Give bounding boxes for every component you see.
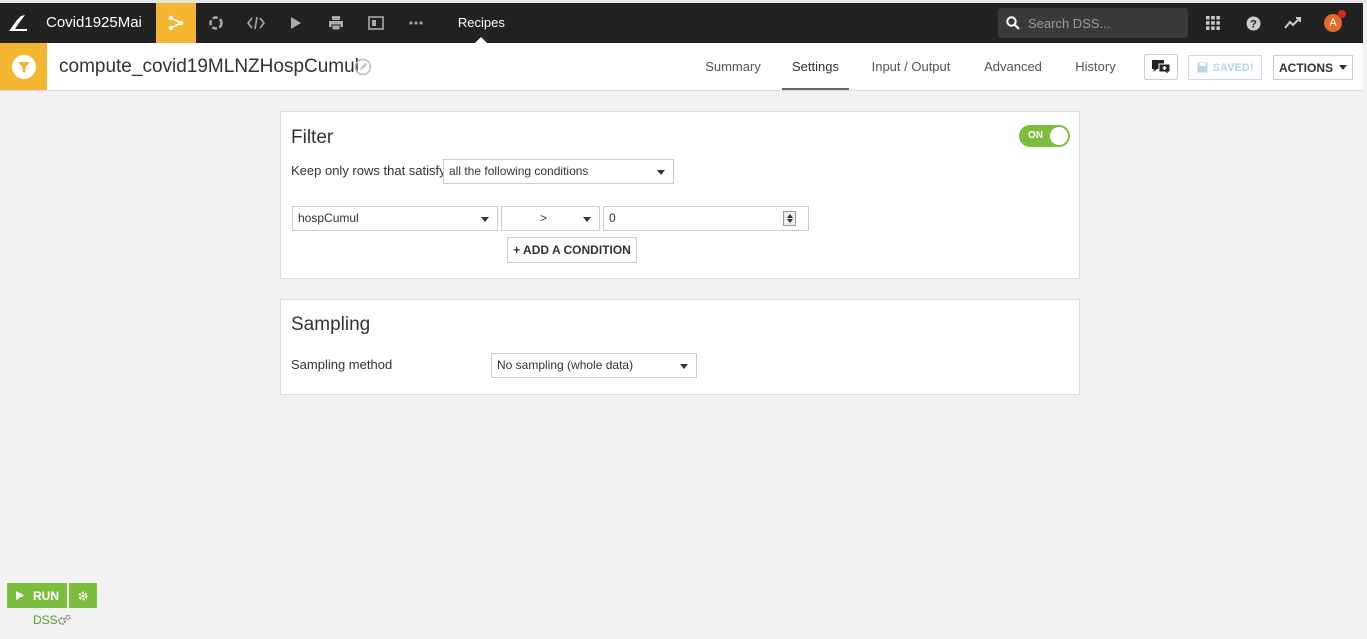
filter-mode-value: all the following conditions xyxy=(449,164,589,178)
discussion-icon xyxy=(1152,60,1171,76)
avatar-initial: A xyxy=(1329,17,1337,29)
search-placeholder: Search DSS... xyxy=(1028,15,1111,31)
printer-icon[interactable] xyxy=(316,3,356,43)
lab-icon[interactable] xyxy=(196,3,236,43)
top-nav-bar: Covid1925Mai Recipes Search DSS... ? A xyxy=(0,3,1363,43)
search-icon xyxy=(1006,16,1020,30)
toggle-knob xyxy=(1050,127,1068,145)
save-disk-icon xyxy=(1197,62,1208,73)
chevron-down-icon xyxy=(657,170,665,175)
svg-text:?: ? xyxy=(1250,18,1257,30)
tab-history[interactable]: History xyxy=(1068,43,1123,90)
condition-value: 0 xyxy=(609,211,616,225)
tab-summary[interactable]: Summary xyxy=(700,43,766,90)
tab-settings[interactable]: Settings xyxy=(782,43,849,90)
sampling-method-value: No sampling (whole data) xyxy=(497,358,634,372)
jobs-play-icon[interactable] xyxy=(276,3,316,43)
more-icon[interactable] xyxy=(396,3,436,43)
tab-input-output[interactable]: Input / Output xyxy=(866,43,956,90)
engine-label[interactable]: DSS xyxy=(33,613,58,627)
actions-label: ACTIONS xyxy=(1279,60,1333,75)
saved-button[interactable]: SAVED! xyxy=(1188,55,1262,80)
recipe-title: compute_covid19MLNZHospCumul xyxy=(59,56,359,77)
sampling-panel: Sampling Sampling method No sampling (wh… xyxy=(280,299,1080,395)
activity-trend-icon[interactable] xyxy=(1273,3,1313,43)
engine-gears-icon[interactable] xyxy=(57,613,71,631)
user-avatar[interactable]: A xyxy=(1313,3,1353,43)
discussions-button[interactable] xyxy=(1144,54,1178,80)
chevron-down-icon xyxy=(1339,65,1347,70)
condition-operator-select[interactable]: > xyxy=(501,206,600,231)
apps-grid-icon[interactable] xyxy=(1193,3,1233,43)
search-input[interactable]: Search DSS... xyxy=(998,8,1188,38)
nav-current-section[interactable]: Recipes xyxy=(458,3,505,43)
filter-panel: Filter ON Keep only rows that satisfy al… xyxy=(280,111,1080,279)
number-stepper-icon[interactable] xyxy=(783,211,796,226)
condition-column-select[interactable]: hospCumul xyxy=(292,206,498,231)
play-icon xyxy=(16,591,24,600)
tab-advanced[interactable]: Advanced xyxy=(979,43,1047,90)
keep-rows-label: Keep only rows that satisfy xyxy=(291,163,446,178)
chevron-down-icon xyxy=(583,217,591,222)
condition-operator-value: > xyxy=(540,211,548,225)
sampling-method-select[interactable]: No sampling (whole data) xyxy=(491,353,697,378)
dashboard-icon[interactable] xyxy=(356,3,396,43)
condition-column-value: hospCumul xyxy=(298,211,359,225)
sampling-method-label: Sampling method xyxy=(291,357,393,372)
run-button[interactable]: RUN xyxy=(7,583,67,608)
filter-recipe-icon xyxy=(0,43,47,90)
notification-dot xyxy=(1338,10,1346,18)
run-settings-button[interactable] xyxy=(69,583,97,608)
saved-label: SAVED! xyxy=(1212,61,1254,74)
code-icon[interactable] xyxy=(236,3,276,43)
chevron-down-icon xyxy=(680,364,688,369)
sampling-title: Sampling xyxy=(291,314,371,335)
recipe-header: compute_covid19MLNZHospCumul Summary Set… xyxy=(0,43,1363,91)
gear-icon xyxy=(78,591,88,600)
project-name[interactable]: Covid1925Mai xyxy=(36,3,156,43)
add-condition-button[interactable]: + ADD A CONDITION xyxy=(507,237,637,263)
toggle-label: ON xyxy=(1028,130,1043,141)
filter-mode-select[interactable]: all the following conditions xyxy=(443,159,674,184)
help-icon[interactable]: ? xyxy=(1233,3,1273,43)
filter-toggle[interactable]: ON xyxy=(1019,125,1070,147)
dss-logo-icon[interactable] xyxy=(0,3,36,43)
run-label: RUN xyxy=(33,588,59,603)
condition-value-input[interactable]: 0 xyxy=(603,206,809,231)
actions-dropdown[interactable]: ACTIONS xyxy=(1273,55,1353,80)
filter-title: Filter xyxy=(291,127,334,148)
chevron-down-icon xyxy=(481,217,489,222)
edit-name-icon[interactable] xyxy=(354,58,372,81)
flow-icon[interactable] xyxy=(155,3,196,43)
